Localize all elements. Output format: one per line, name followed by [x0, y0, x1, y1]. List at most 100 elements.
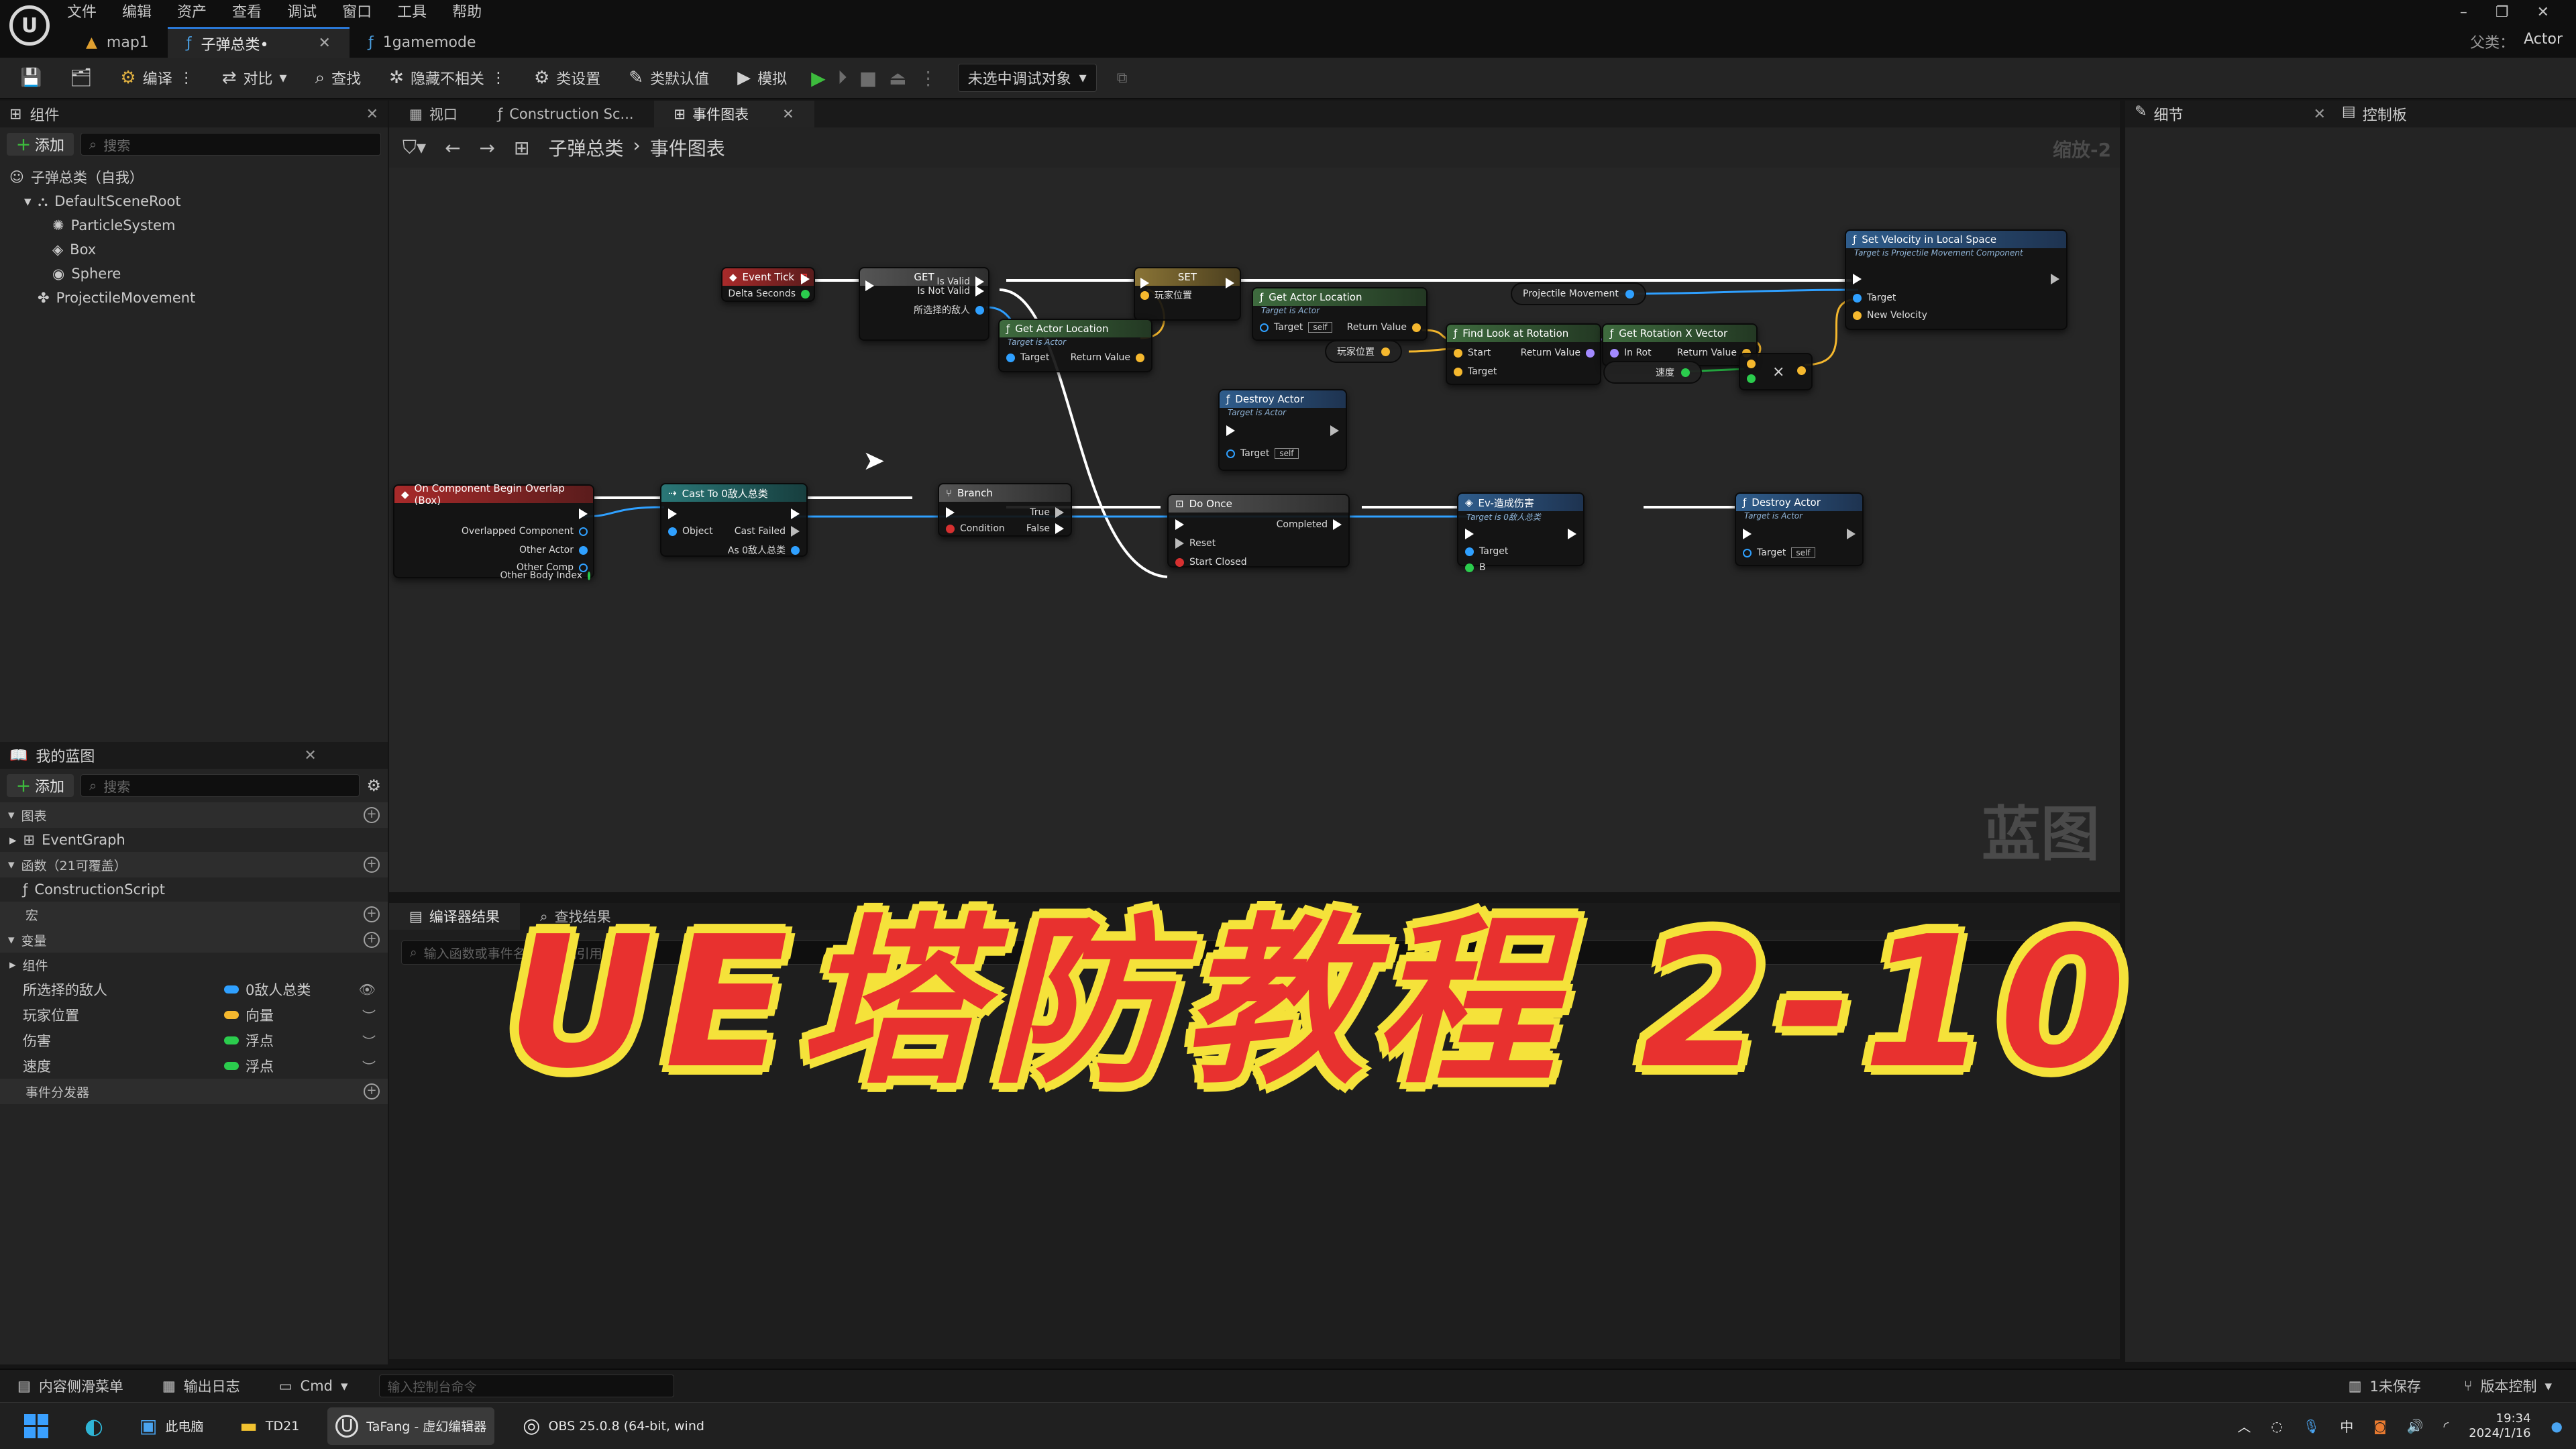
exec-out-pin[interactable] [1330, 425, 1339, 436]
return-value-pin[interactable]: Return Value [1521, 347, 1595, 358]
blueprint-graph-canvas[interactable]: ◆ Event Tick Delta Seconds GET Is Valid I… [389, 168, 2120, 892]
add-dispatcher-icon[interactable]: + [364, 1083, 380, 1099]
tree-item-sphere[interactable]: ◉ Sphere [9, 262, 378, 286]
components-search-input[interactable]: ⌕ 搜索 [80, 133, 381, 156]
stop-icon[interactable]: ■ [859, 67, 877, 89]
cast-to-enemy-node[interactable]: ⇢ Cast To 0敌人总类 Object Cast Failed As 0敌人… [660, 483, 808, 557]
false-pin[interactable]: False [1026, 523, 1064, 534]
exec-out-pin[interactable] [579, 508, 588, 519]
minimize-button[interactable]: – [2460, 4, 2467, 21]
simulate-button[interactable]: ▶ 模拟 [733, 63, 791, 93]
restore-button[interactable]: ❐ [2496, 4, 2509, 21]
exec-in-pin[interactable] [1226, 425, 1235, 436]
taskbar-this-pc[interactable]: ▣ 此电脑 [131, 1407, 211, 1445]
close-icon[interactable]: ✕ [2313, 106, 2325, 123]
as-enemy-pin[interactable]: As 0敌人总类 [728, 543, 800, 557]
new-velocity-pin[interactable]: New Velocity [1853, 310, 1927, 321]
exec-in-pin[interactable] [1175, 519, 1184, 530]
class-settings-button[interactable]: ⚙ 类设置 [530, 63, 604, 93]
back-arrow-icon[interactable]: ← [445, 137, 460, 159]
exec-out-pin[interactable] [801, 274, 810, 284]
completed-pin[interactable]: Completed [1277, 519, 1342, 530]
eye-closed-icon[interactable]: ︶ [362, 1006, 376, 1025]
taskbar-obs[interactable]: ◎ OBS 25.0.8 (64-bit, wind [515, 1407, 712, 1445]
source-control-button[interactable]: ⑂ 版本控制 ▾ [2456, 1367, 2560, 1405]
component-overlap-event-node[interactable]: ◆ On Component Begin Overlap (Box) Overla… [393, 482, 594, 578]
object-pin[interactable]: Object [668, 526, 713, 537]
variables-category[interactable]: ▾ 变量 + [0, 927, 388, 953]
content-drawer-button[interactable]: ▤ 内容侧滑菜单 [9, 1367, 131, 1405]
eye-closed-icon[interactable]: ︶ [362, 1031, 376, 1051]
exec-out-pin[interactable] [791, 508, 800, 519]
cast-failed-pin[interactable]: Cast Failed [735, 526, 800, 537]
output-pin[interactable] [1381, 347, 1390, 356]
target-pin[interactable]: Target [1853, 292, 1896, 303]
close-icon[interactable]: ✕ [782, 106, 794, 122]
breadcrumb-item[interactable]: 事件图表 [650, 134, 725, 161]
volume-icon[interactable]: 🔊 [2407, 1418, 2424, 1434]
add-component-button[interactable]: ＋添加 [7, 133, 74, 156]
components-subcategory[interactable]: ▸ 组件 [0, 953, 388, 977]
exec-out-pin[interactable] [1847, 529, 1856, 539]
return-value-pin[interactable]: Return Value [1071, 352, 1144, 363]
find-look-at-rotation-node[interactable]: ƒ Find Look at Rotation Start Target Retu… [1446, 323, 1601, 385]
exec-in-pin[interactable] [946, 507, 955, 518]
find-button[interactable]: ⌕ 查找 [311, 63, 366, 93]
eye-closed-icon[interactable]: ︶ [362, 1057, 376, 1076]
ev-damage-node[interactable]: ◈ Ev-造成伤害 Target is 0敌人总类 Target B [1457, 492, 1585, 573]
do-once-node[interactable]: ⊡ Do Once Completed Reset Start Closed [1167, 494, 1350, 568]
target-pin[interactable]: Target self [1260, 322, 1332, 333]
exec-in-pin[interactable] [1140, 278, 1149, 288]
set-velocity-node[interactable]: ƒ Set Velocity in Local Space Target is P… [1845, 229, 2068, 330]
enemy-output-pin[interactable]: 所选择的敌人 [914, 303, 984, 317]
branch-node[interactable]: ⑂ Branch True Condition False [938, 483, 1072, 537]
condition-pin[interactable]: Condition [946, 523, 1005, 534]
console-command-input[interactable]: 输入控制台命令 [378, 1375, 674, 1397]
menu-view[interactable]: 查看 [232, 0, 262, 21]
edge-button[interactable]: ◐ [76, 1407, 111, 1445]
more-icon[interactable]: ⋮ [179, 70, 194, 87]
is-not-valid-pin[interactable]: Is Not Valid [917, 286, 984, 297]
add-graph-icon[interactable]: + [364, 807, 380, 823]
tree-item-projectile[interactable]: ✤ ProjectileMovement [9, 286, 378, 310]
true-pin[interactable]: True [1030, 507, 1064, 518]
taskbar-folder[interactable]: ▬ TD21 [231, 1407, 307, 1445]
get-enemy-location-node[interactable]: ƒ Get Actor Location Target is Actor Targ… [998, 319, 1152, 372]
get-rotation-x-vector-node[interactable]: ƒ Get Rotation X Vector In Rot Return Val… [1602, 323, 1758, 366]
compile-button[interactable]: ⚙ 编译 ⋮ [116, 63, 197, 93]
start-closed-pin[interactable]: Start Closed [1175, 557, 1247, 568]
overlapped-component-pin[interactable]: Overlapped Component [462, 526, 588, 537]
ime-indicator[interactable]: 中 [2340, 1416, 2353, 1436]
menu-edit[interactable]: 编辑 [122, 0, 152, 21]
unsaved-button[interactable]: ▥ 1未保存 [2341, 1367, 2429, 1405]
delta-seconds-pin[interactable]: Delta Seconds [728, 288, 810, 299]
tab-map1[interactable]: ▲ map1 [67, 27, 168, 58]
menu-asset[interactable]: 资产 [177, 0, 207, 21]
app-tray-icon[interactable]: ◙ [2373, 1418, 2386, 1434]
menu-help[interactable]: 帮助 [452, 0, 482, 21]
functions-category[interactable]: ▾ 函数（21可覆盖） + [0, 852, 388, 877]
add-function-icon[interactable]: + [364, 857, 380, 873]
close-icon[interactable]: ✕ [304, 747, 316, 764]
variable-row[interactable]: 所选择的敌人 0敌人总类 👁 [0, 977, 388, 1002]
other-body-index-pin[interactable]: Other Body Index [500, 570, 590, 581]
eye-icon[interactable]: 👁 [359, 981, 376, 998]
variable-row[interactable]: 伤害 浮点 ︶ [0, 1028, 388, 1053]
exec-in-pin[interactable] [1743, 529, 1752, 539]
construction-script-item[interactable]: ƒ ConstructionScript [0, 877, 388, 902]
debug-target-select[interactable]: 未选中调试对象 ▾ [957, 64, 1097, 92]
tree-item-self[interactable]: ☺ 子弹总类（自我） [9, 165, 378, 189]
play-icon[interactable]: ▶ [811, 67, 826, 89]
event-tick-node[interactable]: ◆ Event Tick Delta Seconds [721, 267, 815, 302]
step-icon[interactable]: ⏵ [838, 66, 847, 89]
chevron-up-icon[interactable]: ︿ [2237, 1416, 2251, 1436]
destroy-actor-node[interactable]: ƒ Destroy Actor Target is Actor Target sel… [1735, 492, 1864, 566]
close-window-button[interactable]: ✕ [2537, 4, 2549, 21]
player-position-pin[interactable]: 玩家位置 [1140, 288, 1192, 302]
target-pin[interactable]: Target self [1226, 448, 1299, 459]
tab-event-graph[interactable]: ⊞ 事件图表 ✕ [653, 101, 814, 127]
macros-category[interactable]: 宏 + [0, 902, 388, 927]
target-pin[interactable]: Target [1465, 546, 1508, 557]
exec-out-pin[interactable] [2051, 274, 2059, 284]
exec-in-pin[interactable] [1853, 274, 1862, 284]
